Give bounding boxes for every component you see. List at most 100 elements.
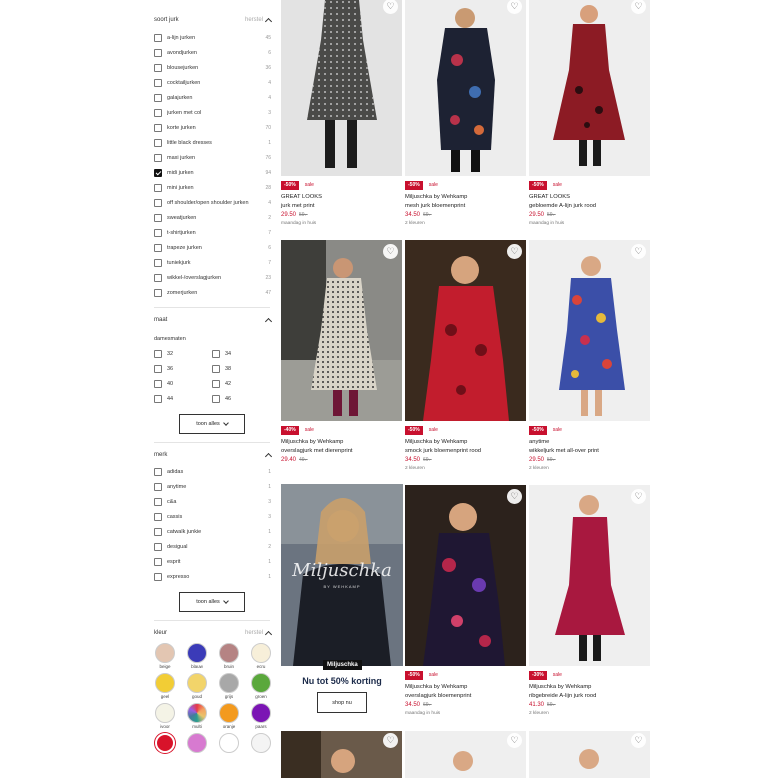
size-option[interactable]: 38 bbox=[212, 361, 270, 376]
color-swatch[interactable] bbox=[155, 703, 175, 723]
color-option[interactable] bbox=[186, 733, 208, 761]
heart-icon[interactable]: ♡ bbox=[507, 489, 522, 504]
filter-header-soort-jurk[interactable]: soort jurk herstel bbox=[150, 14, 274, 26]
color-option[interactable]: beige bbox=[154, 643, 176, 671]
checkbox-icon[interactable] bbox=[212, 364, 220, 373]
product-card[interactable]: ♡ -50% sale Miljuschka by Wehkamp smock j… bbox=[405, 240, 526, 473]
checkbox-icon[interactable] bbox=[212, 394, 220, 403]
color-swatch[interactable] bbox=[187, 733, 207, 753]
reset-link[interactable]: herstel bbox=[245, 630, 263, 636]
product-brand[interactable]: GREAT LOOKS bbox=[529, 193, 650, 202]
color-swatch[interactable] bbox=[219, 643, 239, 663]
product-brand[interactable]: Miljuschka by Wehkamp bbox=[405, 438, 526, 447]
product-image[interactable]: ♡ bbox=[405, 485, 526, 666]
chevron-up-icon[interactable] bbox=[264, 17, 273, 26]
filter-option[interactable]: anytime 1 bbox=[150, 479, 274, 494]
filter-option[interactable]: cocktailjurken 4 bbox=[150, 75, 274, 90]
reset-link[interactable]: herstel bbox=[245, 17, 263, 23]
filter-option[interactable]: cassis 3 bbox=[150, 509, 274, 524]
product-image[interactable]: ♡ bbox=[529, 240, 650, 421]
filter-option[interactable]: sweatjurken 2 bbox=[150, 210, 274, 225]
product-name[interactable]: overslagjurk met dierenprint bbox=[281, 447, 402, 456]
product-image[interactable]: ♡ bbox=[529, 485, 650, 666]
product-card[interactable]: ♡ -50% sale GREAT LOOKS gebloemde A-lijn … bbox=[529, 0, 650, 228]
filter-option[interactable]: jurken met col 3 bbox=[150, 105, 274, 120]
product-name[interactable]: wikkeljurk met all-over print bbox=[529, 447, 650, 456]
product-brand[interactable]: Miljuschka by Wehkamp bbox=[529, 683, 650, 692]
product-card[interactable]: ♡ -50% sale Miljuschka by Wehkamp oversla… bbox=[405, 485, 526, 718]
size-option[interactable]: 46 bbox=[212, 391, 270, 406]
product-image[interactable]: ♡ bbox=[529, 0, 650, 176]
filter-header-maat[interactable]: maat bbox=[150, 314, 274, 326]
filter-option[interactable]: expresso 1 bbox=[150, 569, 274, 584]
filter-option[interactable]: adidas 1 bbox=[150, 464, 274, 479]
product-card[interactable]: ♡ -50% sale anytime wikkeljurk met all-ov… bbox=[529, 240, 650, 473]
size-option[interactable]: 32 bbox=[154, 346, 212, 361]
color-swatch[interactable] bbox=[251, 733, 271, 753]
product-name[interactable]: ribgebreide A-lijn jurk rood bbox=[529, 692, 650, 701]
product-card[interactable]: ♡ -50% sale Miljuschka by Wehkamp mesh ju… bbox=[405, 0, 526, 228]
product-name[interactable]: gebloemde A-lijn jurk rood bbox=[529, 202, 650, 211]
color-swatch[interactable] bbox=[155, 643, 175, 663]
size-option[interactable]: 44 bbox=[154, 391, 212, 406]
filter-option[interactable]: t-shirtjurken 7 bbox=[150, 225, 274, 240]
heart-icon[interactable]: ♡ bbox=[383, 733, 398, 748]
color-option[interactable] bbox=[218, 733, 240, 761]
filter-option[interactable]: c&a 3 bbox=[150, 494, 274, 509]
product-brand[interactable]: Miljuschka by Wehkamp bbox=[405, 683, 526, 692]
checkbox-icon[interactable] bbox=[154, 153, 162, 162]
show-all-sizes-button[interactable]: toon alles bbox=[179, 414, 245, 434]
checkbox-icon[interactable] bbox=[154, 138, 162, 147]
filter-option[interactable]: a-lijn jurken 45 bbox=[150, 30, 274, 45]
product-image[interactable]: ♡ bbox=[281, 0, 402, 176]
color-option[interactable]: multi bbox=[186, 703, 208, 731]
product-card[interactable]: ♡ bbox=[281, 731, 402, 778]
checkbox-icon[interactable] bbox=[154, 93, 162, 102]
product-brand[interactable]: Miljuschka by Wehkamp bbox=[281, 438, 402, 447]
filter-option[interactable]: maxi jurken 76 bbox=[150, 150, 274, 165]
color-swatch[interactable] bbox=[219, 703, 239, 723]
show-all-brands-button[interactable]: toon alles bbox=[179, 592, 245, 612]
checkbox-icon[interactable] bbox=[154, 542, 162, 551]
filter-option[interactable]: mini jurken 28 bbox=[150, 180, 274, 195]
product-image[interactable]: ♡ bbox=[529, 731, 650, 778]
color-swatch[interactable] bbox=[187, 673, 207, 693]
color-swatch[interactable] bbox=[219, 733, 239, 753]
heart-icon[interactable]: ♡ bbox=[383, 244, 398, 259]
filter-option[interactable]: wikkel-/overslagjurken 23 bbox=[150, 270, 274, 285]
promo-image[interactable]: Miljuschka BY WEHKAMP bbox=[281, 484, 403, 666]
checkbox-icon[interactable] bbox=[154, 273, 162, 282]
heart-icon[interactable]: ♡ bbox=[631, 244, 646, 259]
product-brand[interactable]: GREAT LOOKS bbox=[281, 193, 402, 202]
chevron-up-icon[interactable] bbox=[264, 452, 273, 461]
product-image[interactable]: ♡ bbox=[405, 240, 526, 421]
product-brand[interactable]: Miljuschka by Wehkamp bbox=[405, 193, 526, 202]
product-name[interactable]: smock jurk bloemenprint rood bbox=[405, 447, 526, 456]
color-option[interactable]: geel bbox=[154, 673, 176, 701]
filter-option[interactable]: galajurken 4 bbox=[150, 90, 274, 105]
filter-option[interactable]: esprit 1 bbox=[150, 554, 274, 569]
checkbox-icon[interactable] bbox=[154, 168, 162, 177]
checkbox-icon[interactable] bbox=[154, 63, 162, 72]
checkbox-icon[interactable] bbox=[154, 349, 162, 358]
size-option[interactable]: 36 bbox=[154, 361, 212, 376]
checkbox-icon[interactable] bbox=[154, 108, 162, 117]
shop-now-button[interactable]: shop nu bbox=[317, 692, 367, 713]
product-card[interactable]: ♡ -50% sale GREAT LOOKS jurk met print 29… bbox=[281, 0, 402, 228]
product-name[interactable]: overslagjurk bloemenprint bbox=[405, 692, 526, 701]
size-option[interactable]: 40 bbox=[154, 376, 212, 391]
color-swatch[interactable] bbox=[155, 733, 175, 753]
checkbox-icon[interactable] bbox=[212, 349, 220, 358]
color-swatch[interactable] bbox=[187, 643, 207, 663]
color-option[interactable]: groen bbox=[250, 673, 272, 701]
product-card[interactable]: ♡ -40% sale Miljuschka by Wehkamp oversla… bbox=[281, 240, 402, 473]
filter-option[interactable]: tuniekjurk 7 bbox=[150, 255, 274, 270]
color-swatch[interactable] bbox=[251, 643, 271, 663]
product-image[interactable]: ♡ bbox=[405, 0, 526, 176]
checkbox-icon[interactable] bbox=[154, 572, 162, 581]
product-card[interactable]: ♡ bbox=[405, 731, 526, 778]
product-name[interactable]: jurk met print bbox=[281, 202, 402, 211]
checkbox-icon[interactable] bbox=[154, 379, 162, 388]
heart-icon[interactable]: ♡ bbox=[631, 733, 646, 748]
promo-banner[interactable]: Miljuschka BY WEHKAMP Miljuschka Nu tot … bbox=[281, 484, 403, 714]
